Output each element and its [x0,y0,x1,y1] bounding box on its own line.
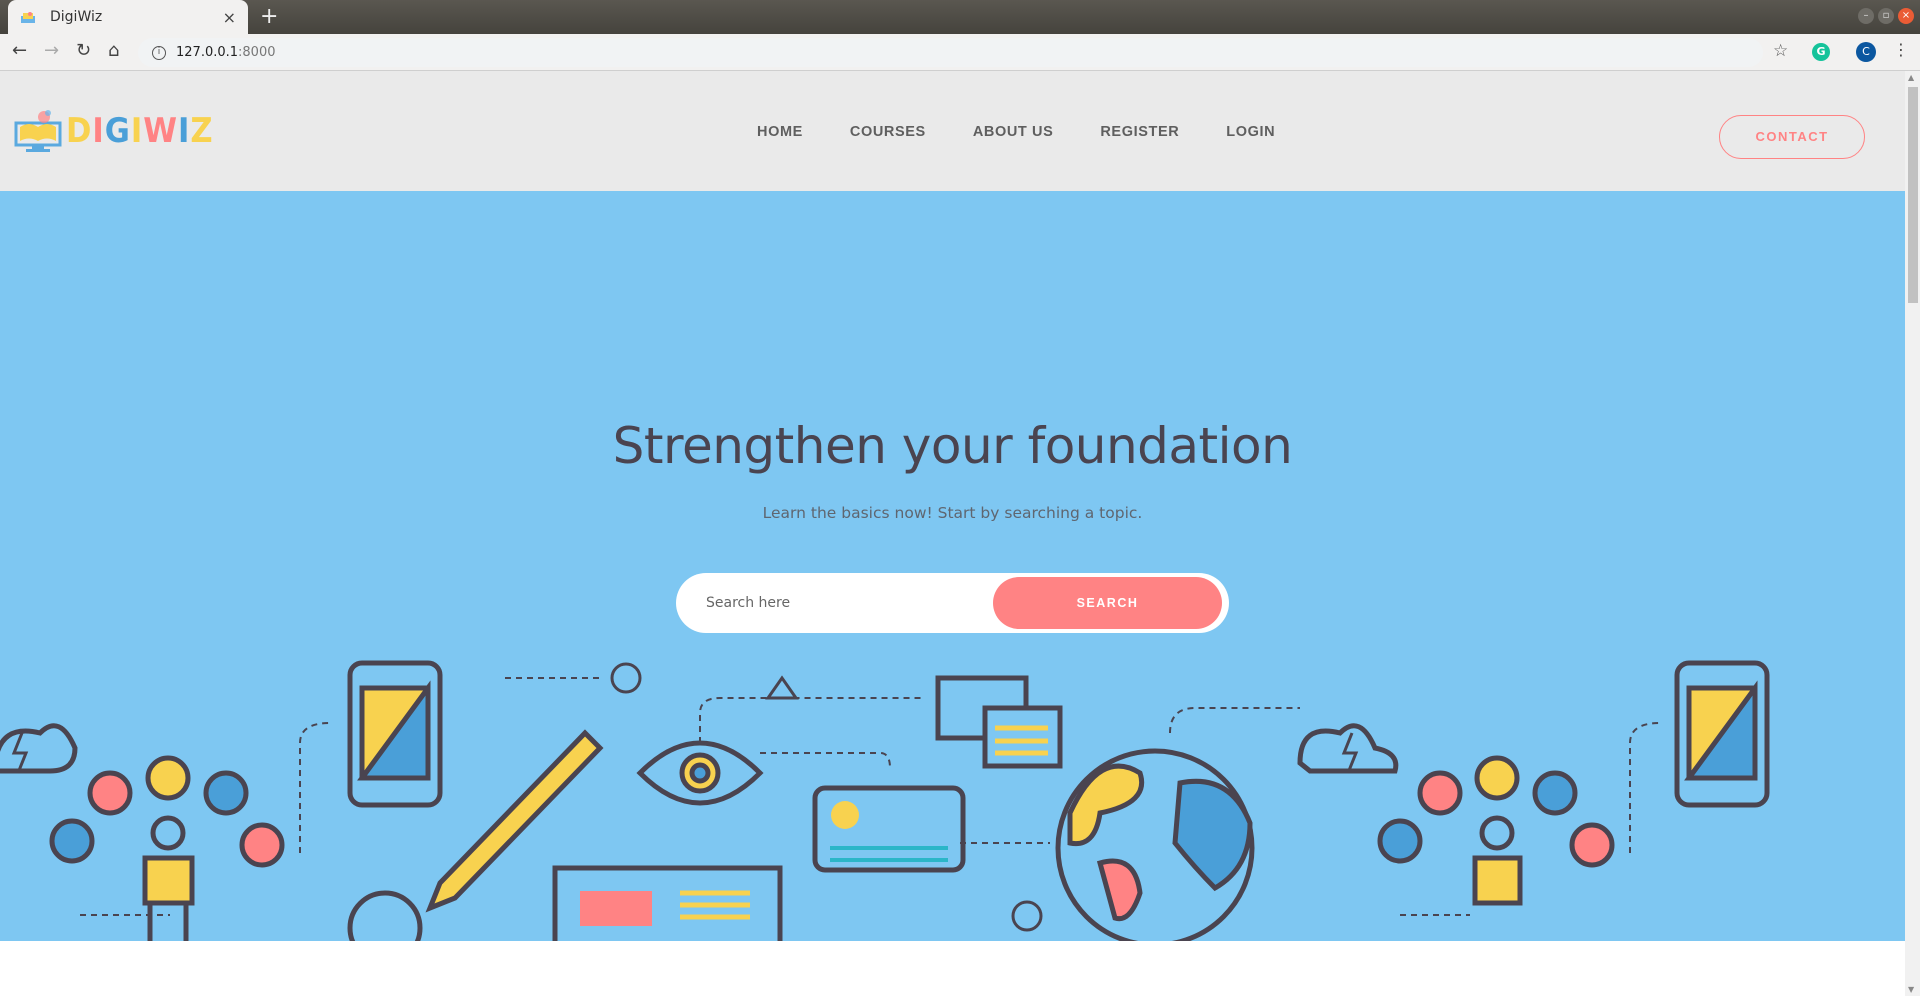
url-port: :8000 [238,45,276,60]
tab-close-icon[interactable]: × [223,8,236,27]
phone-icon [347,660,443,808]
cloud-lightning-icon [0,723,78,774]
scroll-down-icon[interactable]: ▼ [1908,985,1914,994]
maximize-icon[interactable]: ▫ [1878,8,1894,24]
logo-letter: I [130,111,144,151]
profile-avatar[interactable]: C [1856,42,1876,62]
open-book-icon [552,865,783,941]
education-illustration [0,660,1770,941]
scrollbar-thumb[interactable] [1908,87,1918,303]
credit-card-icon [812,785,966,873]
hero-title: Strengthen your foundation [612,417,1293,475]
logo-text: DIGIWIZ [66,111,214,151]
close-window-icon[interactable]: × [1898,8,1914,24]
browser-menu-icon[interactable]: ⋮ [1893,40,1909,59]
triangle-icon [765,675,799,700]
logo-letter: G [104,111,131,151]
logo-book-monitor-icon [14,110,62,152]
tab-title: DigiWiz [50,9,103,25]
nav-courses[interactable]: COURSES [850,124,926,140]
info-icon[interactable]: i [152,45,166,60]
home-icon[interactable]: ⌂ [108,40,119,61]
page-scrollbar[interactable]: ▲ ▼ [1905,71,1920,996]
address-toolbar: ← → ↻ ⌂ i 127.0.0.1 :8000 ☆ G C ⋮ [0,34,1920,71]
reload-icon[interactable]: ↻ [76,40,91,61]
site-header: DIGIWIZ HOME COURSES ABOUT US REGISTER L… [0,71,1905,191]
minimize-icon[interactable]: – [1858,8,1874,24]
nav-register[interactable]: REGISTER [1100,124,1179,140]
url-host: 127.0.0.1 [176,45,239,60]
search-form: SEARCH [676,573,1229,633]
forward-icon[interactable]: → [44,40,59,61]
site-logo[interactable]: DIGIWIZ [14,109,214,153]
nav-login[interactable]: LOGIN [1226,124,1275,140]
favicon-icon [20,10,36,24]
logo-letter: I [178,111,191,151]
nav-home[interactable]: HOME [757,124,803,140]
globe-icon [1055,748,1255,941]
network-person-icon [49,755,285,941]
network-person-icon-2 [1377,755,1615,906]
browser-tab[interactable]: DigiWiz × [8,0,248,34]
eye-icon [636,740,764,806]
main-nav: HOME COURSES ABOUT US REGISTER LOGIN [757,124,1322,140]
browser-tab-bar: DigiWiz × + – ▫ × [0,0,1920,34]
logo-letter: I [92,111,105,151]
cloud-lightning-icon-2 [1297,723,1399,774]
back-icon[interactable]: ← [12,40,27,61]
hero-subtitle: Learn the basics now! Start by searching… [762,504,1143,522]
gear-icon [347,890,423,941]
grammarly-extension-icon[interactable]: G [1812,43,1830,61]
logo-letter: Z [190,111,214,151]
logo-letter: D [66,111,93,151]
search-input[interactable] [706,589,1006,617]
window-controls: – ▫ × [1858,8,1914,24]
hero-section: Strengthen your foundation Learn the bas… [0,191,1905,941]
url-bar[interactable]: i 127.0.0.1 :8000 [138,38,1763,67]
nav-about-us[interactable]: ABOUT US [973,124,1054,140]
bookmark-star-icon[interactable]: ☆ [1773,41,1788,61]
logo-letter: W [143,111,179,151]
contact-button[interactable]: CONTACT [1719,115,1865,159]
phone-icon-2 [1674,660,1770,808]
scroll-up-icon[interactable]: ▲ [1908,73,1914,82]
search-button[interactable]: SEARCH [993,577,1222,629]
new-tab-button[interactable]: + [260,4,278,29]
chat-cards-icon [935,675,1063,769]
